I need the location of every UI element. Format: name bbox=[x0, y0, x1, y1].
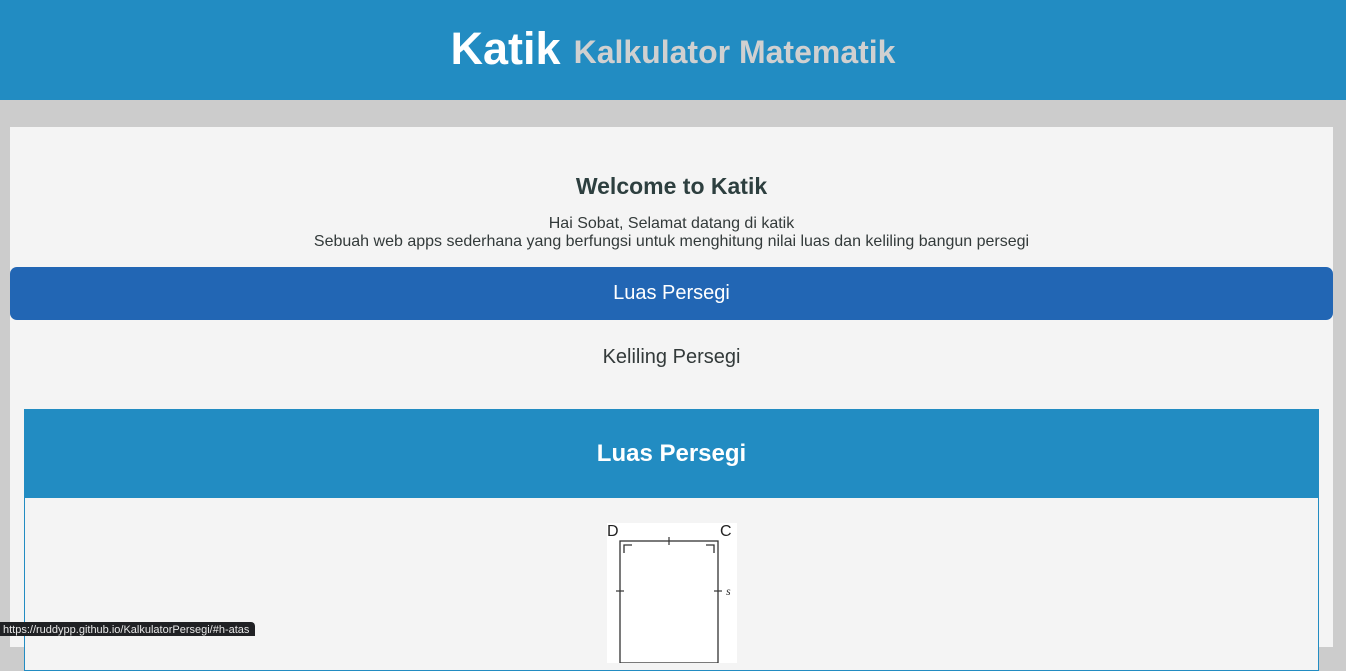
tab-keliling-persegi[interactable]: Keliling Persegi bbox=[10, 332, 1333, 382]
vertex-c-label: C bbox=[720, 523, 732, 540]
square-diagram: D C s bbox=[607, 523, 737, 664]
brand-name: Katik bbox=[450, 22, 561, 74]
corner-mark-c bbox=[706, 544, 715, 553]
brand-subtitle: Kalkulator Matematik bbox=[573, 34, 896, 70]
tab-luas-persegi[interactable]: Luas Persegi bbox=[10, 267, 1333, 320]
card-title: Luas Persegi bbox=[25, 410, 1318, 498]
welcome-description: Sebuah web apps sederhana yang berfungsi… bbox=[313, 233, 1030, 250]
side-label: s bbox=[726, 584, 731, 598]
vertex-d-label: D bbox=[607, 523, 619, 540]
corner-mark-d bbox=[623, 544, 632, 553]
site-header: Katik Kalkulator Matematik bbox=[0, 0, 1346, 100]
square-outline bbox=[619, 540, 719, 664]
status-bar-url: https://ruddypp.github.io/KalkulatorPers… bbox=[0, 622, 256, 636]
welcome-title: Welcome to Katik bbox=[575, 173, 768, 199]
welcome-greeting: Hai Sobat, Selamat datang di katik bbox=[548, 215, 795, 232]
main-content: Welcome to Katik Hai Sobat, Selamat data… bbox=[10, 127, 1333, 671]
square-diagram-svg: D C s bbox=[607, 523, 732, 664]
